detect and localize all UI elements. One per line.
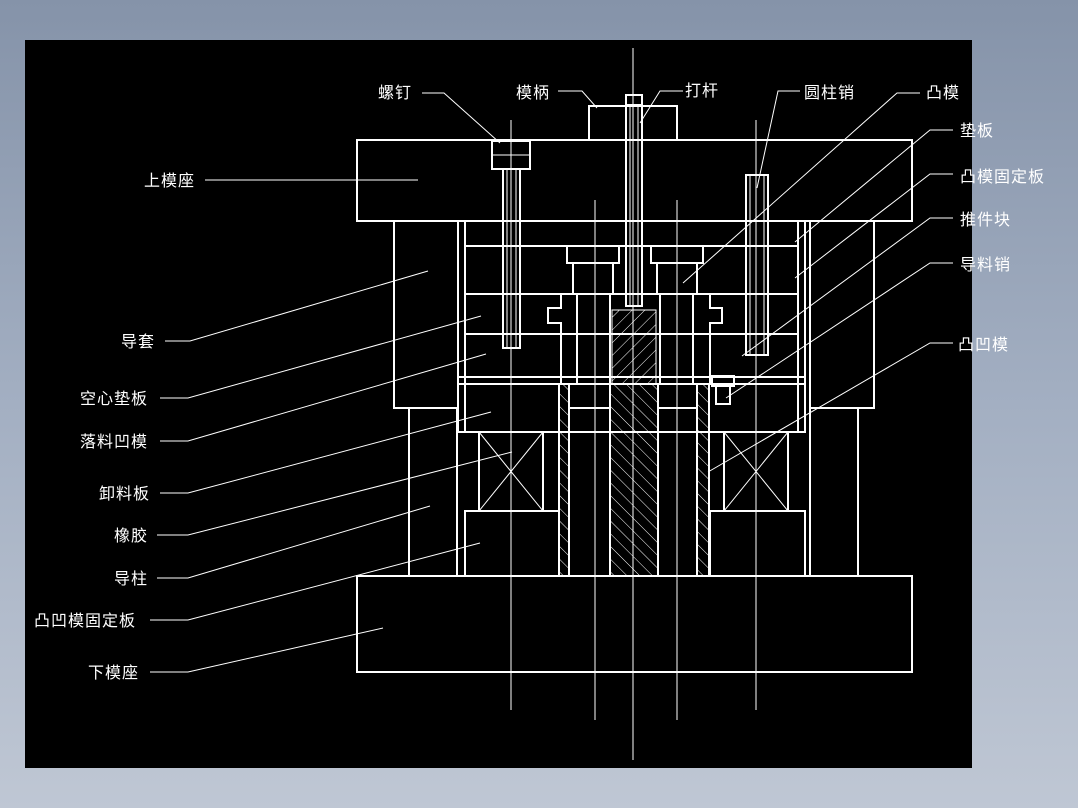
leader-lines bbox=[150, 90, 953, 673]
label-ejector-block: 推件块 bbox=[960, 210, 1012, 229]
label-guide-sleeve: 导套 bbox=[121, 332, 156, 351]
label-lower-die-base: 下模座 bbox=[88, 663, 140, 682]
label-die-shank: 模柄 bbox=[516, 83, 551, 102]
label-dowel-pin: 圆柱销 bbox=[804, 83, 856, 102]
label-backing-plate: 垫板 bbox=[960, 121, 995, 140]
label-knockout-rod: 打杆 bbox=[685, 81, 720, 100]
die-assembly-drawing bbox=[150, 48, 953, 760]
label-guide-post: 导柱 bbox=[114, 569, 149, 588]
label-punch-die-retainer: 凸凹模固定板 bbox=[34, 611, 137, 630]
label-hollow-spacer: 空心垫板 bbox=[80, 389, 149, 408]
upper-die-base bbox=[356, 139, 913, 222]
label-upper-die-base: 上模座 bbox=[144, 171, 196, 190]
label-guide-pin: 导料销 bbox=[960, 255, 1012, 274]
ejector-block bbox=[547, 293, 723, 385]
lower-die-base bbox=[356, 575, 913, 673]
dowel-pin bbox=[745, 174, 769, 356]
punch-heads bbox=[566, 245, 704, 295]
knockout-rod bbox=[625, 94, 643, 307]
label-blanking-die: 落料凹模 bbox=[80, 432, 149, 451]
label-screw: 螺钉 bbox=[378, 83, 413, 102]
label-punch: 凸模 bbox=[926, 83, 961, 102]
stock-guide-pin bbox=[711, 375, 735, 405]
label-punch-die: 凸凹模 bbox=[958, 335, 1010, 354]
label-stripper-plate: 卸料板 bbox=[99, 484, 151, 503]
label-punch-retainer: 凸模固定板 bbox=[960, 167, 1046, 186]
label-rubber: 橡胶 bbox=[114, 526, 149, 545]
punch-die bbox=[558, 383, 710, 577]
